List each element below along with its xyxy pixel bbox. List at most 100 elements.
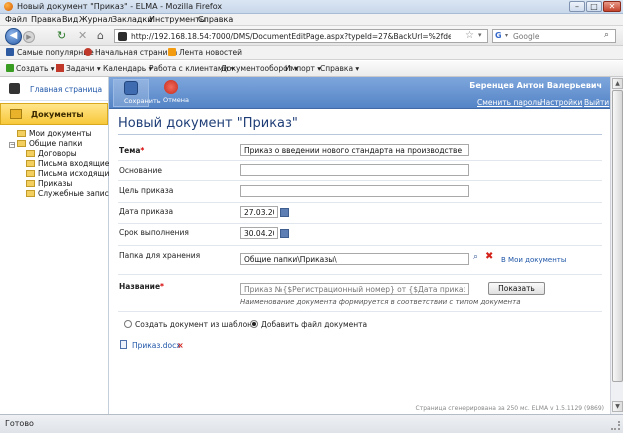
folder-label: Папка для хранения — [119, 251, 201, 260]
remove-file-icon[interactable]: × — [177, 341, 184, 350]
web-search-input[interactable] — [513, 31, 601, 42]
settings-link[interactable]: Настройки — [540, 98, 582, 107]
document-file-icon — [120, 340, 127, 349]
attached-file-link[interactable]: Приказ.docx — [132, 341, 181, 350]
bookmark-start-page[interactable]: Начальная страница — [84, 48, 177, 57]
tree-item-my-documents[interactable]: Мои документы — [17, 129, 92, 138]
start-page-icon — [84, 48, 92, 56]
toolbar-tasks[interactable]: Задачи ▾ — [56, 64, 101, 73]
vertical-scrollbar[interactable]: ▲ ▼ — [610, 77, 623, 414]
sidebar-documents[interactable]: Документы — [0, 103, 108, 125]
logout-link[interactable]: Выйти — [584, 98, 609, 107]
menu-view[interactable]: Вид — [62, 15, 78, 24]
row-divider — [118, 160, 602, 161]
menu-help[interactable]: Справка — [198, 15, 233, 24]
cancel-button[interactable]: Отмена — [153, 79, 189, 107]
site-icon — [118, 32, 127, 41]
tree-item-memos[interactable]: Служебные записки — [26, 189, 118, 198]
home-icon[interactable]: ⌂ — [97, 30, 104, 42]
status-text: Готово — [5, 419, 34, 428]
reload-icon[interactable]: ↻ — [57, 30, 66, 42]
folder-icon — [26, 180, 35, 187]
order-date-input[interactable] — [240, 206, 278, 218]
row-divider — [118, 202, 602, 203]
menu-edit[interactable]: Правка — [31, 15, 61, 24]
tasks-icon — [56, 64, 64, 72]
bookmark-star-icon[interactable]: ☆ — [465, 30, 474, 41]
bookmarks-toolbar: Самые популярные Начальная страница Лент… — [0, 46, 623, 60]
search-engine-dropdown-icon[interactable]: ▾ — [505, 32, 508, 39]
toolbar-import[interactable]: Импорт ▾ — [285, 64, 321, 73]
required-mark: * — [160, 282, 164, 291]
bookmark-most-visited[interactable]: Самые популярные — [6, 48, 94, 57]
documents-icon — [10, 109, 22, 119]
folder-icon — [26, 160, 35, 167]
title-divider — [118, 134, 602, 135]
maximize-button[interactable]: □ — [586, 1, 602, 12]
purpose-input[interactable] — [240, 185, 469, 197]
document-form: Новый документ "Приказ" Тема* Основание … — [109, 109, 610, 414]
status-bar: Готово — [0, 414, 623, 433]
collapse-icon[interactable]: − — [9, 142, 15, 148]
show-button[interactable]: Показать — [488, 282, 545, 295]
folder-icon — [17, 140, 26, 147]
radio-circle[interactable] — [250, 320, 258, 328]
name-hint: Наименование документа формируется в соо… — [240, 298, 521, 306]
radio-create-from-template[interactable]: Создать документ из шаблона — [124, 320, 257, 329]
my-documents-link[interactable]: В Мои документы — [501, 256, 566, 264]
search-icon[interactable]: ⌕ — [604, 30, 609, 40]
scroll-up-button[interactable]: ▲ — [612, 78, 623, 89]
radio-circle[interactable] — [124, 320, 132, 328]
due-date-label: Срок выполнения — [119, 228, 189, 237]
folder-input[interactable] — [240, 253, 469, 265]
subject-input[interactable] — [240, 144, 469, 156]
bookmark-news-feed[interactable]: Лента новостей — [168, 48, 242, 57]
google-icon[interactable]: G — [495, 31, 505, 41]
tree-item-shared-folders[interactable]: − Общие папки — [9, 139, 82, 148]
calendar-icon[interactable] — [280, 229, 289, 238]
due-date-input[interactable] — [240, 227, 278, 239]
url-dropdown-icon[interactable]: ▾ — [478, 31, 482, 39]
firefox-icon — [4, 2, 13, 11]
url-bar[interactable]: ☆ ▾ — [114, 29, 488, 43]
change-password-link[interactable]: Сменить пароль — [477, 98, 542, 107]
back-button[interactable]: ◀ — [5, 28, 22, 45]
toolbar-calendar[interactable]: Календарь ▾ — [103, 64, 152, 73]
url-input[interactable] — [131, 31, 451, 42]
folder-icon — [26, 190, 35, 197]
radio-add-file[interactable]: Добавить файл документа — [250, 320, 367, 329]
clear-icon[interactable]: ✖ — [485, 251, 493, 262]
toolbar-help[interactable]: Справка ▾ — [320, 64, 359, 73]
menu-bookmarks[interactable]: Закладки — [112, 15, 152, 24]
row-divider — [118, 180, 602, 181]
minimize-button[interactable]: – — [569, 1, 585, 12]
page-title: Новый документ "Приказ" — [118, 116, 298, 131]
page-footer: Страница сгенерирована за 250 мс. ELMA v… — [415, 405, 604, 412]
search-icon[interactable]: ⌕ — [473, 252, 478, 262]
scroll-down-button[interactable]: ▼ — [612, 401, 623, 412]
name-input[interactable] — [240, 283, 469, 295]
order-date-label: Дата приказа — [119, 207, 174, 216]
home-page-icon — [9, 83, 20, 94]
toolbar-create[interactable]: Создать ▾ — [6, 64, 55, 73]
tree-item-orders[interactable]: Приказы — [26, 179, 72, 188]
menu-file[interactable]: Файл — [5, 15, 27, 24]
basis-label: Основание — [119, 166, 162, 175]
tree-item-outgoing-letters[interactable]: Письма исходящие — [26, 169, 114, 178]
sidebar-home[interactable]: Главная страница — [0, 77, 108, 101]
basis-input[interactable] — [240, 164, 469, 176]
web-search-bar[interactable]: G ▾ ⌕ — [492, 29, 616, 43]
save-button[interactable]: Сохранить — [113, 79, 161, 107]
menu-history[interactable]: Журнал — [79, 15, 113, 24]
tree-item-contracts[interactable]: Договоры — [26, 149, 77, 158]
scroll-thumb[interactable] — [612, 90, 623, 382]
forward-button[interactable]: ▶ — [23, 31, 35, 43]
calendar-icon[interactable] — [280, 208, 289, 217]
sidebar: Главная страница Документы Мои документы… — [0, 77, 118, 414]
row-divider — [118, 245, 602, 246]
tree-item-incoming-letters[interactable]: Письма входящие — [26, 159, 109, 168]
stop-icon[interactable]: ✕ — [78, 30, 87, 42]
resize-grip-icon[interactable] — [611, 421, 620, 430]
close-window-button[interactable]: ✕ — [603, 1, 621, 12]
sidebar-documents-label: Документы — [31, 110, 84, 119]
